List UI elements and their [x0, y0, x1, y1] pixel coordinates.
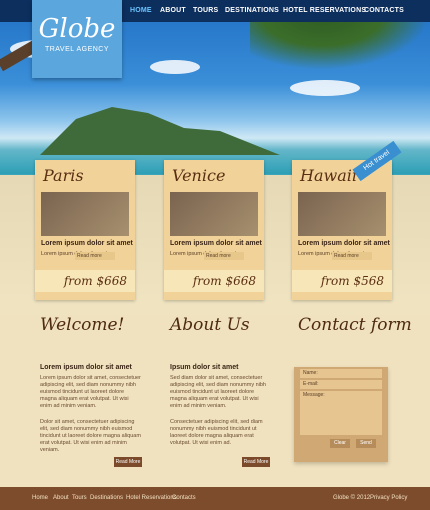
- nav-about[interactable]: ABOUT: [160, 7, 186, 14]
- clear-button[interactable]: Clear: [330, 439, 350, 448]
- footer-contacts[interactable]: Contacts: [172, 495, 196, 501]
- about-section: About Us Ipsum dolor sit amet Sed diam d…: [170, 315, 280, 467]
- footer-about[interactable]: About: [53, 495, 69, 501]
- footer: Home About Tours Destinations Hotel Rese…: [0, 487, 430, 510]
- footer-hotel-reservations[interactable]: Hotel Reservations: [126, 495, 177, 501]
- site-logo[interactable]: Globe TRAVEL AGENCY: [32, 0, 122, 78]
- card-city: Paris: [43, 166, 84, 185]
- send-button[interactable]: Send: [356, 439, 376, 448]
- nav-home[interactable]: HOME: [130, 7, 152, 14]
- nav-tours[interactable]: TOURS: [193, 7, 218, 14]
- footer-home[interactable]: Home: [32, 495, 48, 501]
- email-field[interactable]: E-mail:: [300, 380, 382, 389]
- about-heading: Ipsum dolor sit amet: [170, 364, 239, 371]
- card-read-more[interactable]: Read more: [332, 252, 372, 260]
- message-field[interactable]: Message:: [300, 391, 382, 435]
- hawaii-image: [298, 192, 386, 236]
- footer-copyright: Globe © 2012: [333, 495, 371, 501]
- card-city: Hawaii: [300, 166, 357, 185]
- cloud: [290, 80, 360, 96]
- logo-title: Globe: [38, 14, 116, 44]
- name-field[interactable]: Name:: [300, 369, 382, 378]
- welcome-title: Welcome!: [40, 315, 125, 335]
- footer-destinations[interactable]: Destinations: [90, 495, 123, 501]
- about-paragraph-1: Sed diam dolor sit amet, consectetuer ad…: [170, 375, 266, 409]
- welcome-paragraph-2: Dolor sit amet, consectetuer adipiscing …: [40, 419, 141, 453]
- card-price: from $668: [164, 270, 264, 292]
- eiffel-tower-image: [41, 192, 129, 236]
- nav-hotel-reservations[interactable]: HOTEL RESERVATIONS: [283, 7, 366, 14]
- nav-contacts[interactable]: CONTACTS: [364, 7, 404, 14]
- card-price: from $568: [292, 270, 392, 292]
- footer-tours[interactable]: Tours: [72, 495, 87, 501]
- about-read-more-button[interactable]: Read More: [242, 457, 270, 467]
- nav-destinations[interactable]: DESTINATIONS: [225, 7, 279, 14]
- card-heading: Lorem ipsum dolor sit amet: [41, 240, 133, 247]
- island-mountain: [40, 107, 280, 155]
- logo-subtitle: TRAVEL AGENCY: [44, 46, 110, 53]
- cloud: [150, 60, 200, 74]
- card-heading: Lorem ipsum dolor sit amet: [170, 240, 262, 247]
- venice-image: [170, 192, 258, 236]
- contact-form: Name: E-mail: Message: Clear Send: [294, 367, 388, 462]
- card-price: from $668: [35, 270, 135, 292]
- contact-section: Contact form: [298, 315, 418, 335]
- footer-privacy-link[interactable]: Privacy Policy: [370, 495, 407, 501]
- about-paragraph-2: Consectetuer adipiscing elit, sed diam n…: [170, 419, 263, 446]
- destination-card-paris[interactable]: Paris Lorem ipsum dolor sit amet Lorem i…: [35, 160, 135, 300]
- card-read-more[interactable]: Read more: [75, 252, 115, 260]
- about-title: About Us: [170, 315, 250, 335]
- contact-title: Contact form: [298, 315, 412, 335]
- welcome-read-more-button[interactable]: Read More: [114, 457, 142, 467]
- destination-card-hawaii[interactable]: Hawaii Lorem ipsum dolor sit amet Lorem …: [292, 160, 392, 300]
- welcome-section: Welcome! Lorem ipsum dolor sit amet Lore…: [40, 315, 150, 467]
- card-read-more[interactable]: Read more: [204, 252, 244, 260]
- destination-card-venice[interactable]: Venice Lorem ipsum dolor sit amet Lorem …: [164, 160, 264, 300]
- card-heading: Lorem ipsum dolor sit amet: [298, 240, 390, 247]
- welcome-heading: Lorem ipsum dolor sit amet: [40, 364, 132, 371]
- welcome-paragraph-1: Lorem ipsum dolor sit amet, consectetuer…: [40, 375, 141, 409]
- card-city: Venice: [172, 166, 226, 185]
